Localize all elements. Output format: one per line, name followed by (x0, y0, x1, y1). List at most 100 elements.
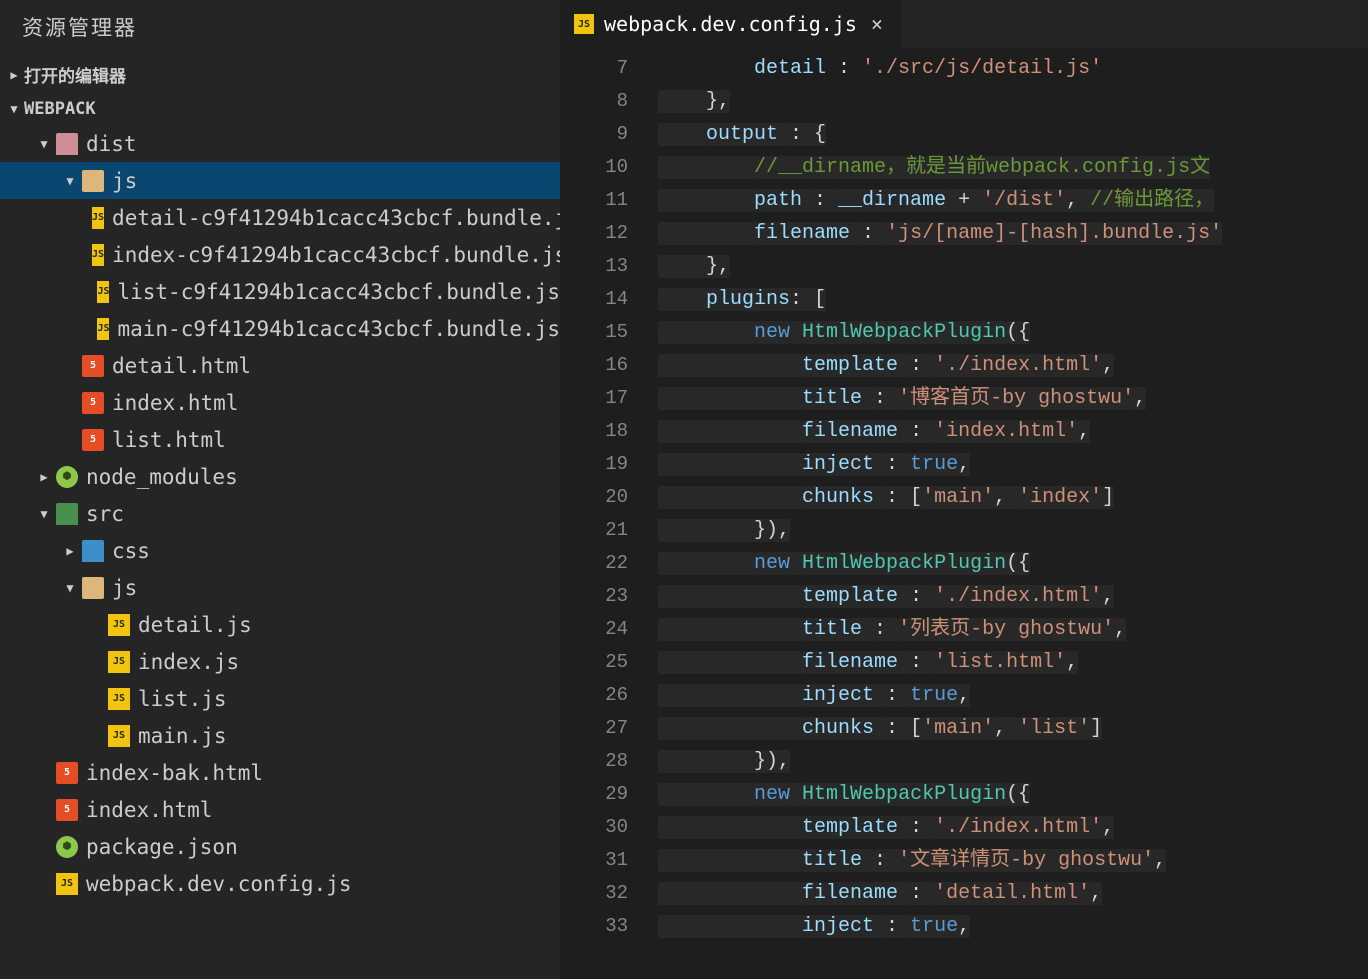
code-line: }, (658, 85, 1368, 118)
line-number: 29 (560, 778, 628, 811)
code-content[interactable]: detail : './src/js/detail.js' }, output … (648, 48, 1368, 979)
html-icon: 5 (82, 392, 104, 414)
tree-row[interactable]: ▼src (0, 495, 560, 532)
js-icon: JS (108, 614, 130, 636)
tree-row[interactable]: 5 list.html (0, 421, 560, 458)
line-number: 14 (560, 283, 628, 316)
tree-label: list.html (112, 428, 226, 452)
tree-row[interactable]: JSdetail.js (0, 606, 560, 643)
tree-label: list-c9f41294b1cacc43cbcf.bundle.js (117, 280, 560, 304)
folder-icon (56, 503, 78, 525)
tree-row[interactable]: JS index-c9f41294b1cacc43cbcf.bundle.js (0, 236, 560, 273)
tree-row[interactable]: ▼dist (0, 125, 560, 162)
js-icon: JS (574, 14, 594, 34)
tree-label: detail.html (112, 354, 251, 378)
line-number: 8 (560, 85, 628, 118)
line-number: 32 (560, 877, 628, 910)
code-line: inject : true, (658, 679, 1368, 712)
code-line: filename : 'index.html', (658, 415, 1368, 448)
line-number: 25 (560, 646, 628, 679)
line-number: 16 (560, 349, 628, 382)
code-line: chunks : ['main', 'list'] (658, 712, 1368, 745)
code-line: inject : true, (658, 910, 1368, 943)
code-line: filename : 'list.html', (658, 646, 1368, 679)
tree-label: js (112, 169, 137, 193)
tree-row[interactable]: ▼js (0, 569, 560, 606)
tree-label: index-bak.html (86, 761, 263, 785)
tree-label: js (112, 576, 137, 600)
chevron-right-icon: ▶ (36, 470, 52, 484)
tree-label: css (112, 539, 150, 563)
line-number: 13 (560, 250, 628, 283)
js-icon: JS (108, 651, 130, 673)
html-icon: 5 (82, 355, 104, 377)
tree-row[interactable]: JSmain.js (0, 717, 560, 754)
tree-row[interactable]: 5 index.html (0, 384, 560, 421)
chevron-down-icon: ▼ (36, 137, 52, 151)
tree-label: index-c9f41294b1cacc43cbcf.bundle.js (112, 243, 560, 267)
folder-open-icon (82, 170, 104, 192)
js-icon: JS (92, 244, 104, 266)
line-gutter: 7891011121314151617181920212223242526272… (560, 48, 648, 979)
tab-label: webpack.dev.config.js (604, 12, 857, 36)
tree-row[interactable]: 5 index-bak.html (0, 754, 560, 791)
code-line: title : '文章详情页-by ghostwu', (658, 844, 1368, 877)
line-number: 7 (560, 52, 628, 85)
line-number: 30 (560, 811, 628, 844)
line-number: 20 (560, 481, 628, 514)
line-number: 11 (560, 184, 628, 217)
tree-label: index.html (112, 391, 238, 415)
tree-row[interactable]: ▶ ⬢ node_modules (0, 458, 560, 495)
code-line: detail : './src/js/detail.js' (658, 52, 1368, 85)
tree-row[interactable]: 5 detail.html (0, 347, 560, 384)
tree-label: webpack.dev.config.js (86, 872, 352, 896)
js-icon: JS (97, 281, 109, 303)
code-line: }), (658, 745, 1368, 778)
code-line: //__dirname，就是当前webpack.config.js文 (658, 151, 1368, 184)
line-number: 12 (560, 217, 628, 250)
code-line: title : '列表页-by ghostwu', (658, 613, 1368, 646)
html-icon: 5 (82, 429, 104, 451)
node-icon: ⬢ (56, 836, 78, 858)
code-line: filename : 'detail.html', (658, 877, 1368, 910)
tree-row[interactable]: JSlist.js (0, 680, 560, 717)
code-line: template : './index.html', (658, 349, 1368, 382)
tree-row[interactable]: ▶ css (0, 532, 560, 569)
line-number: 31 (560, 844, 628, 877)
chevron-down-icon: ▼ (36, 507, 52, 521)
tree-row[interactable]: JS webpack.dev.config.js (0, 865, 560, 902)
tree-row[interactable]: 5index.html (0, 791, 560, 828)
code-line: template : './index.html', (658, 580, 1368, 613)
code-line: }, (658, 250, 1368, 283)
node-icon: ⬢ (56, 466, 78, 488)
close-icon[interactable]: × (867, 12, 887, 36)
tree-row[interactable]: ⬢package.json (0, 828, 560, 865)
tree-label: index.js (138, 650, 239, 674)
line-number: 19 (560, 448, 628, 481)
code-line: filename : 'js/[name]-[hash].bundle.js' (658, 217, 1368, 250)
folder-open-icon (82, 577, 104, 599)
js-icon: JS (56, 873, 78, 895)
tab-bar: JS webpack.dev.config.js × (560, 0, 1368, 48)
chevron-right-icon: ▶ (62, 544, 78, 558)
line-number: 27 (560, 712, 628, 745)
tree-row[interactable]: JSdetail-c9f41294b1cacc43cbcf.bundle.js (0, 199, 560, 236)
js-icon: JS (92, 207, 104, 229)
code-line: }), (658, 514, 1368, 547)
tree-label: node_modules (86, 465, 238, 489)
html-icon: 5 (56, 762, 78, 784)
code-line: new HtmlWebpackPlugin({ (658, 778, 1368, 811)
tree-row[interactable]: JS index.js (0, 643, 560, 680)
tree-row[interactable]: JSmain-c9f41294b1cacc43cbcf.bundle.js (0, 310, 560, 347)
code-area: 7891011121314151617181920212223242526272… (560, 48, 1368, 979)
project-section[interactable]: ▼ WEBPACK (0, 93, 560, 125)
tab-active[interactable]: JS webpack.dev.config.js × (560, 0, 901, 48)
open-editors-section[interactable]: ▶ 打开的编辑器 (0, 56, 560, 93)
tree-label: main-c9f41294b1cacc43cbcf.bundle.js (117, 317, 560, 341)
code-line: plugins: [ (658, 283, 1368, 316)
tree-label: list.js (138, 687, 227, 711)
tree-row[interactable]: ▼js (0, 162, 560, 199)
folder-icon (56, 133, 78, 155)
tree-row[interactable]: JS list-c9f41294b1cacc43cbcf.bundle.js (0, 273, 560, 310)
line-number: 33 (560, 910, 628, 943)
